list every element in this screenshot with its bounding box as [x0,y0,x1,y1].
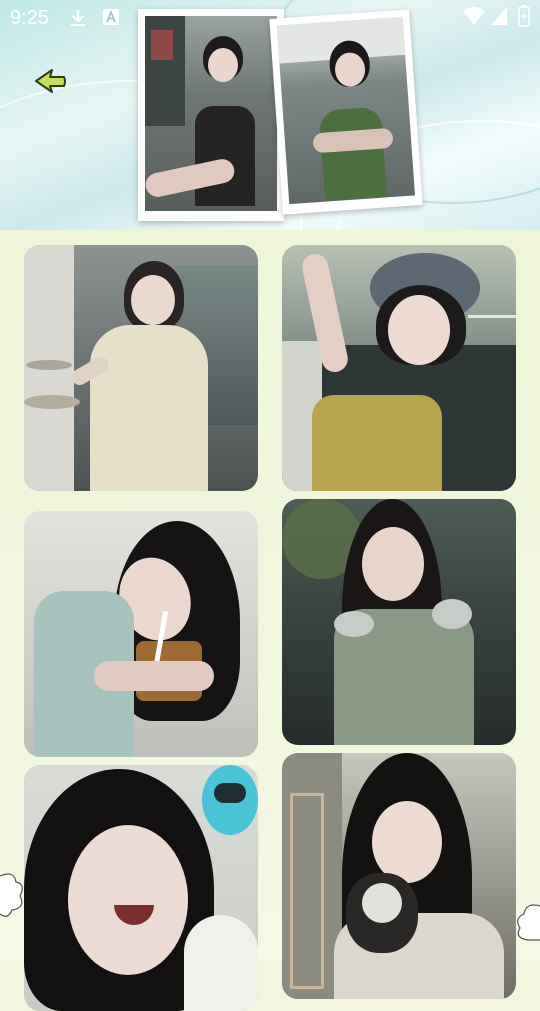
download-icon [71,10,85,26]
gallery-photo-1[interactable] [24,245,258,491]
status-time: 9:25 [10,7,49,29]
gallery-photo-4[interactable] [282,499,516,745]
cloud-doodle-right [517,904,540,941]
header-banner: 9:25 [0,0,540,230]
photo-gallery [0,230,540,1011]
gallery-photo-2[interactable] [282,245,516,491]
gallery-photo-6[interactable] [282,753,516,999]
battery-icon [518,5,530,27]
gallery-photo-3[interactable] [24,511,258,757]
a-icon [103,9,119,25]
wifi-icon [463,7,485,25]
polaroid-photo-2 [269,9,423,215]
signal-icon [491,7,507,25]
cloud-doodle-left [0,873,23,917]
back-arrow-icon[interactable] [30,66,70,96]
polaroid-photo-1 [138,9,284,221]
gallery-photo-5[interactable] [24,765,258,1011]
